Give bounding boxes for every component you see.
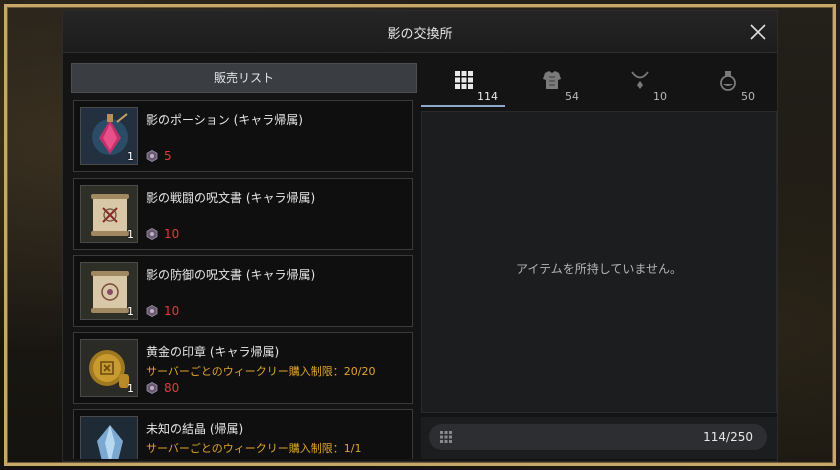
item-quantity: 1	[127, 150, 134, 163]
sell-list-panel: 販売リスト 1 影のポーション (キャラ帰属) 5 1 影の戦闘の呪文書 (キャ…	[71, 63, 417, 459]
item-quantity: 1	[127, 228, 134, 241]
necklace-icon	[631, 71, 649, 89]
inventory-tabs: 114 54 10 50	[421, 63, 777, 107]
item-thumbnail: 1	[80, 185, 138, 243]
inventory-panel: 114 54 10 50 アイテムを所持していません。 114/250	[421, 63, 777, 459]
dialog-title: 影の交換所	[387, 27, 453, 42]
shadow-coin-icon	[146, 228, 158, 240]
item-name: 黄金の印章 (キャラ帰属)	[146, 345, 280, 359]
shadow-coin-icon	[146, 150, 158, 162]
item-price: 5	[146, 149, 172, 163]
tab-accessory[interactable]: 10	[597, 63, 681, 107]
shop-item[interactable]: 1 影の防御の呪文書 (キャラ帰属) 10	[73, 255, 413, 327]
shop-item[interactable]: 1 未知の結晶 (帰属) サーバーごとのウィークリー購入制限：1/1	[73, 409, 413, 459]
tab-count: 54	[565, 90, 579, 103]
price-value: 10	[164, 227, 180, 241]
potion-flask-icon	[720, 71, 736, 91]
capacity-text: 114/250	[703, 430, 753, 444]
item-price: 10	[146, 227, 179, 241]
capacity-indicator: 114/250	[429, 424, 767, 450]
shop-item[interactable]: 1 黄金の印章 (キャラ帰属) サーバーごとのウィークリー購入制限：20/20 …	[73, 332, 413, 404]
item-name: 影のポーション (キャラ帰属)	[146, 113, 303, 127]
tab-all[interactable]: 114	[421, 63, 505, 107]
sell-list-header: 販売リスト	[71, 63, 417, 93]
tab-count: 114	[477, 90, 498, 103]
item-name: 未知の結晶 (帰属)	[146, 422, 244, 436]
armor-icon	[543, 71, 561, 89]
inventory-grid: アイテムを所持していません。	[421, 111, 777, 413]
item-quantity: 1	[127, 382, 134, 395]
tab-count: 50	[741, 90, 755, 103]
price-value: 5	[164, 149, 172, 163]
price-value: 80	[164, 381, 180, 395]
item-price: 10	[146, 304, 179, 318]
price-value: 10	[164, 304, 180, 318]
close-icon[interactable]	[749, 23, 767, 41]
item-thumbnail: 1	[80, 339, 138, 397]
shop-item[interactable]: 1 影のポーション (キャラ帰属) 5	[73, 100, 413, 172]
grid-icon	[440, 431, 452, 443]
item-thumbnail: 1	[80, 107, 138, 165]
title-bar: 影の交換所	[63, 11, 777, 53]
shadow-coin-icon	[146, 382, 158, 394]
item-quantity: 1	[127, 305, 134, 318]
weekly-limit-text: サーバーごとのウィークリー購入制限：1/1	[146, 442, 362, 455]
shadow-coin-icon	[146, 305, 158, 317]
shop-item[interactable]: 1 影の戦闘の呪文書 (キャラ帰属) 10	[73, 178, 413, 250]
tab-equipment[interactable]: 54	[509, 63, 593, 107]
tab-consumable[interactable]: 50	[685, 63, 769, 107]
tab-count: 10	[653, 90, 667, 103]
grid-icon	[455, 71, 473, 89]
shadow-exchange-dialog: 影の交換所 販売リスト 1 影のポーション (キャラ帰属) 5 1 影の戦闘の呪…	[62, 10, 778, 462]
crystal-icon	[81, 417, 137, 459]
item-thumbnail: 1	[80, 262, 138, 320]
item-thumbnail: 1	[80, 416, 138, 459]
weekly-limit-text: サーバーごとのウィークリー購入制限：20/20	[146, 365, 376, 378]
empty-inventory-message: アイテムを所持していません。	[515, 262, 683, 276]
inventory-footer: 114/250	[421, 417, 777, 459]
item-name: 影の戦闘の呪文書 (キャラ帰属)	[146, 191, 316, 205]
item-name: 影の防御の呪文書 (キャラ帰属)	[146, 268, 316, 282]
item-price: 80	[146, 381, 179, 395]
